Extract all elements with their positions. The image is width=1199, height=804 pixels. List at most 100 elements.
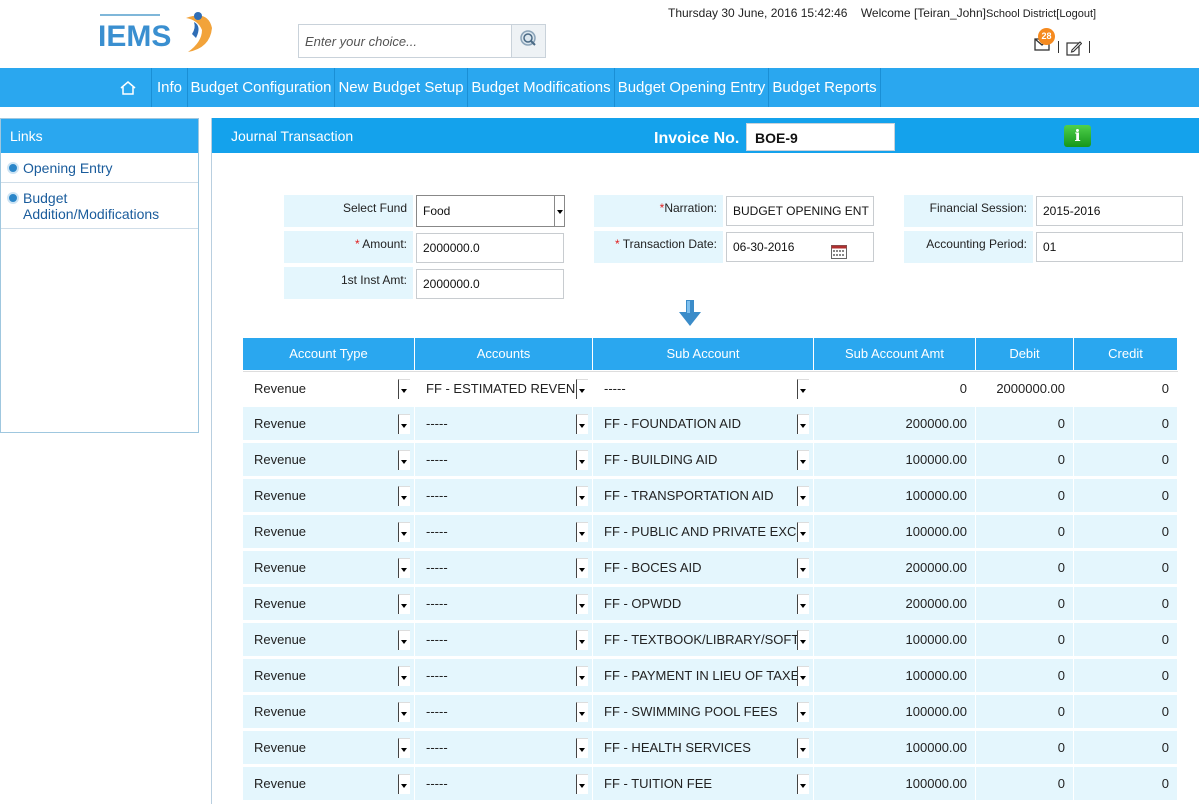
nav-new-budget-setup[interactable]: New Budget Setup xyxy=(334,68,467,107)
sub-account-dropdown[interactable]: FF - PAYMENT IN LIEU OF TAXES xyxy=(600,666,809,686)
accounts-dropdown[interactable]: ----- xyxy=(422,414,588,434)
credit-cell[interactable]: 0 xyxy=(1074,515,1178,548)
accounts-dropdown[interactable]: FF - ESTIMATED REVENUE xyxy=(422,379,588,399)
sub-account-dropdown[interactable]: FF - OPWDD xyxy=(600,594,809,614)
sub-account-amt-cell[interactable]: 100000.00 xyxy=(814,623,976,656)
nav-info[interactable]: Info xyxy=(151,68,187,107)
credit-cell[interactable]: 0 xyxy=(1074,587,1178,620)
amount-field[interactable]: 2000000.0 xyxy=(416,233,564,263)
accounts-dropdown[interactable]: ----- xyxy=(422,630,588,650)
debit-cell[interactable]: 0 xyxy=(976,695,1074,728)
sidebar-item-budget-modifications[interactable]: Budget Addition/Modifications xyxy=(1,183,198,229)
inst-amount-field[interactable]: 2000000.0 xyxy=(416,269,564,299)
debit-cell[interactable]: 2000000.00 xyxy=(976,372,1074,405)
credit-cell[interactable]: 0 xyxy=(1074,372,1178,405)
debit-cell[interactable]: 0 xyxy=(976,443,1074,476)
account-type-dropdown[interactable]: Revenue xyxy=(250,594,410,614)
sub-account-amt-cell[interactable]: 100000.00 xyxy=(814,767,976,800)
sub-account-dropdown[interactable]: FF - TUITION FEE xyxy=(600,774,809,794)
account-type-dropdown[interactable]: Revenue xyxy=(250,702,410,722)
account-type-dropdown[interactable]: Revenue xyxy=(250,414,410,434)
sub-account-amt-cell[interactable]: 0 xyxy=(814,372,976,405)
sub-account-amt-cell[interactable]: 200000.00 xyxy=(814,551,976,584)
info-button[interactable]: i xyxy=(1064,125,1091,147)
sub-account-dropdown[interactable]: ----- xyxy=(600,379,809,399)
sub-account-dropdown[interactable]: FF - HEALTH SERVICES xyxy=(600,738,809,758)
sub-account-amt-cell[interactable]: 100000.00 xyxy=(814,443,976,476)
edit-icon[interactable] xyxy=(1066,40,1083,56)
account-type-dropdown[interactable]: Revenue xyxy=(250,558,410,578)
narration-field[interactable]: BUDGET OPENING ENT xyxy=(726,196,874,226)
accounts-dropdown[interactable]: ----- xyxy=(422,738,588,758)
sub-account-dropdown[interactable]: FF - TEXTBOOK/LIBRARY/SOFTWARE xyxy=(600,630,809,650)
accounts-dropdown[interactable]: ----- xyxy=(422,486,588,506)
credit-cell[interactable]: 0 xyxy=(1074,407,1178,440)
sub-account-dropdown[interactable]: FF - FOUNDATION AID xyxy=(600,414,809,434)
account-type-dropdown[interactable]: Revenue xyxy=(250,522,410,542)
debit-cell[interactable]: 0 xyxy=(976,623,1074,656)
sub-account-amt-cell[interactable]: 100000.00 xyxy=(814,479,976,512)
transaction-date-field[interactable]: 06-30-2016 xyxy=(726,232,874,262)
accounts-dropdown[interactable]: ----- xyxy=(422,666,588,686)
account-type-dropdown[interactable]: Revenue xyxy=(250,774,410,794)
accounting-period-field[interactable]: 01 xyxy=(1036,232,1183,262)
nav-budget-modifications[interactable]: Budget Modifications xyxy=(467,68,614,107)
sub-account-amt-cell[interactable]: 100000.00 xyxy=(814,659,976,692)
sub-account-dropdown[interactable]: FF - BUILDING AID xyxy=(600,450,809,470)
nav-budget-reports[interactable]: Budget Reports xyxy=(768,68,881,107)
accounts-dropdown[interactable]: ----- xyxy=(422,774,588,794)
credit-cell[interactable]: 0 xyxy=(1074,551,1178,584)
debit-cell[interactable]: 0 xyxy=(976,731,1074,764)
search-button[interactable] xyxy=(511,25,545,57)
debit-cell[interactable]: 0 xyxy=(976,551,1074,584)
credit-cell[interactable]: 0 xyxy=(1074,443,1178,476)
sub-account-dropdown[interactable]: FF - TRANSPORTATION AID xyxy=(600,486,809,506)
debit-cell[interactable]: 0 xyxy=(976,659,1074,692)
accounts-dropdown[interactable]: ----- xyxy=(422,594,588,614)
sub-account-dropdown[interactable]: FF - PUBLIC AND PRIVATE EXCESS xyxy=(600,522,809,542)
credit-cell[interactable]: 0 xyxy=(1074,479,1178,512)
search-input[interactable] xyxy=(299,25,511,57)
debit-cell[interactable]: 0 xyxy=(976,767,1074,800)
account-type-dropdown[interactable]: Revenue xyxy=(250,450,410,470)
accounts-dropdown[interactable]: ----- xyxy=(422,558,588,578)
sub-account-amt-cell[interactable]: 100000.00 xyxy=(814,515,976,548)
credit-cell[interactable]: 0 xyxy=(1074,767,1178,800)
debit-cell[interactable]: 0 xyxy=(976,587,1074,620)
sub-account-amt-cell[interactable]: 100000.00 xyxy=(814,731,976,764)
sub-account-dropdown[interactable]: FF - BOCES AID xyxy=(600,558,809,578)
nav-budget-configuration[interactable]: Budget Configuration xyxy=(187,68,334,107)
credit-cell[interactable]: 0 xyxy=(1074,695,1178,728)
accounts-dropdown[interactable]: ----- xyxy=(422,702,588,722)
dropdown-value: Revenue xyxy=(254,488,307,503)
account-type-dropdown[interactable]: Revenue xyxy=(250,630,410,650)
account-type-dropdown[interactable]: Revenue xyxy=(250,486,410,506)
account-type-dropdown[interactable]: Revenue xyxy=(250,738,410,758)
credit-cell[interactable]: 0 xyxy=(1074,623,1178,656)
sub-account-dropdown[interactable]: FF - SWIMMING POOL FEES xyxy=(600,702,809,722)
dropdown-value: FF - ESTIMATED REVENUE xyxy=(426,381,588,396)
logout-link[interactable]: [Logout] xyxy=(1056,8,1096,20)
home-button[interactable] xyxy=(105,68,151,107)
chevron-down-icon xyxy=(398,630,410,650)
debit-cell[interactable]: 0 xyxy=(976,479,1074,512)
account-type-dropdown[interactable]: Revenue xyxy=(250,379,410,399)
accounts-dropdown[interactable]: ----- xyxy=(422,522,588,542)
accounts-dropdown[interactable]: ----- xyxy=(422,450,588,470)
iems-logo[interactable]: IEMS xyxy=(98,8,218,58)
sub-account-amt-cell[interactable]: 200000.00 xyxy=(814,407,976,440)
credit-cell[interactable]: 0 xyxy=(1074,659,1178,692)
account-type-dropdown[interactable]: Revenue xyxy=(250,666,410,686)
sub-account-amt-cell[interactable]: 100000.00 xyxy=(814,695,976,728)
sub-account-amt-cell[interactable]: 200000.00 xyxy=(814,587,976,620)
accounts-cell: ----- xyxy=(415,659,593,692)
invoice-field[interactable]: BOE-9 xyxy=(746,123,895,151)
sidebar-item-opening-entry[interactable]: Opening Entry xyxy=(1,153,198,183)
nav-budget-opening-entry[interactable]: Budget Opening Entry xyxy=(614,68,768,107)
calendar-icon[interactable] xyxy=(831,241,847,261)
credit-cell[interactable]: 0 xyxy=(1074,731,1178,764)
debit-cell[interactable]: 0 xyxy=(976,407,1074,440)
select-fund-dropdown[interactable]: Food xyxy=(416,195,565,227)
financial-session-field[interactable]: 2015-2016 xyxy=(1036,196,1183,226)
debit-cell[interactable]: 0 xyxy=(976,515,1074,548)
